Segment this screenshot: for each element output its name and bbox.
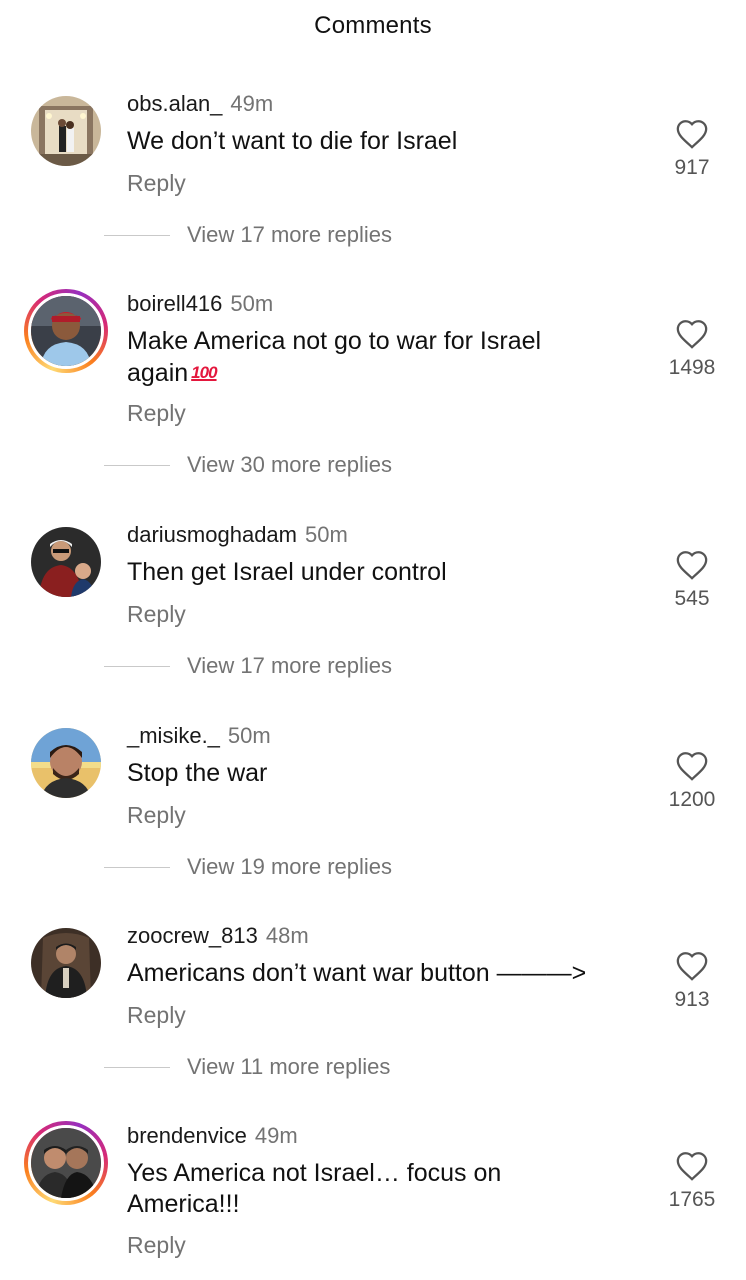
heart-outline-icon [676,752,708,781]
avatar[interactable] [31,96,101,166]
heart-outline-icon [676,551,708,580]
comment-username[interactable]: zoocrew_813 [127,923,258,948]
reply-button[interactable]: Reply [127,1002,186,1029]
view-more-replies[interactable]: View 30 more replies [104,452,392,478]
like-button[interactable]: 1200 [660,750,724,812]
heart-outline-icon [676,1152,708,1181]
like-button[interactable]: 545 [660,549,724,611]
view-more-replies-label: View 17 more replies [187,222,393,247]
reply-button[interactable]: Reply [127,400,186,427]
view-more-replies-label: View 11 more replies [187,1054,391,1079]
page-title: Comments [314,12,432,39]
avatar-image [31,96,101,166]
reply-button[interactable]: Reply [127,802,186,829]
like-count: 1765 [668,1188,716,1211]
comment-timestamp: 49m [254,1123,298,1148]
comment-username[interactable]: brendenvice [127,1123,247,1148]
comments-screen: Comments obs.alan_ 49m We don’t want to d… [0,0,746,1280]
thread-divider [104,234,170,236]
like-button[interactable]: 917 [660,118,724,180]
view-more-replies[interactable]: View 17 more replies [104,222,392,248]
avatar-image [31,296,101,366]
comments-header: Comments [0,0,746,52]
avatar-image [31,928,101,998]
thread-divider [104,665,170,667]
hundred-points-emoji: 100 [191,363,217,382]
comment-text: Stop the war [127,759,268,787]
comment-text: We don’t want to die for Israel [127,127,458,155]
view-more-replies-label: View 30 more replies [187,452,393,477]
comment-username[interactable]: obs.alan_ [127,91,222,116]
thread-divider [104,464,170,466]
view-more-replies[interactable]: View 17 more replies [104,653,392,679]
reply-button[interactable]: Reply [127,1232,186,1259]
comment-timestamp: 50m [304,522,348,547]
like-count: 913 [674,988,710,1011]
avatar[interactable] [31,728,101,798]
heart-outline-icon [676,320,708,349]
like-button[interactable]: 1498 [660,318,724,380]
avatar-story-ring[interactable] [24,1121,108,1205]
avatar-story-ring[interactable] [24,289,108,373]
like-count: 1200 [668,788,716,811]
comment-timestamp: 50m [227,723,271,748]
avatar[interactable] [31,527,101,597]
comment-text: Make America not go to war for Israel ag… [127,326,627,389]
comment-username[interactable]: dariusmoghadam [127,522,297,547]
reply-button[interactable]: Reply [127,601,186,628]
view-more-replies[interactable]: View 19 more replies [104,854,392,880]
like-button[interactable]: 1765 [660,1150,724,1212]
avatar-image [31,728,101,798]
comment-username[interactable]: boirell416 [127,291,222,316]
comment-username[interactable]: _misike._ [127,723,220,748]
avatar-image [31,527,101,597]
like-count: 1498 [668,356,716,379]
avatar-image [31,1128,101,1198]
view-more-replies-label: View 19 more replies [187,854,393,879]
comment-text: Then get Israel under control [127,558,447,586]
comment-timestamp: 49m [230,91,274,116]
comment-text-body: Make America not go to war for Israel ag… [127,327,542,387]
comment-text: Americans don’t want war button ———> [127,959,587,987]
thread-divider [104,1066,170,1068]
heart-outline-icon [676,952,708,981]
like-count: 917 [674,156,710,179]
view-more-replies-label: View 17 more replies [187,653,393,678]
like-button[interactable]: 913 [660,950,724,1012]
like-count: 545 [674,587,710,610]
comment-timestamp: 48m [265,923,309,948]
thread-divider [104,866,170,868]
comment-text: Yes America not Israel… focus on America… [127,1159,502,1218]
avatar[interactable] [31,928,101,998]
heart-outline-icon [676,120,708,149]
comment-timestamp: 50m [230,291,274,316]
reply-button[interactable]: Reply [127,170,186,197]
view-more-replies[interactable]: View 11 more replies [104,1054,390,1080]
